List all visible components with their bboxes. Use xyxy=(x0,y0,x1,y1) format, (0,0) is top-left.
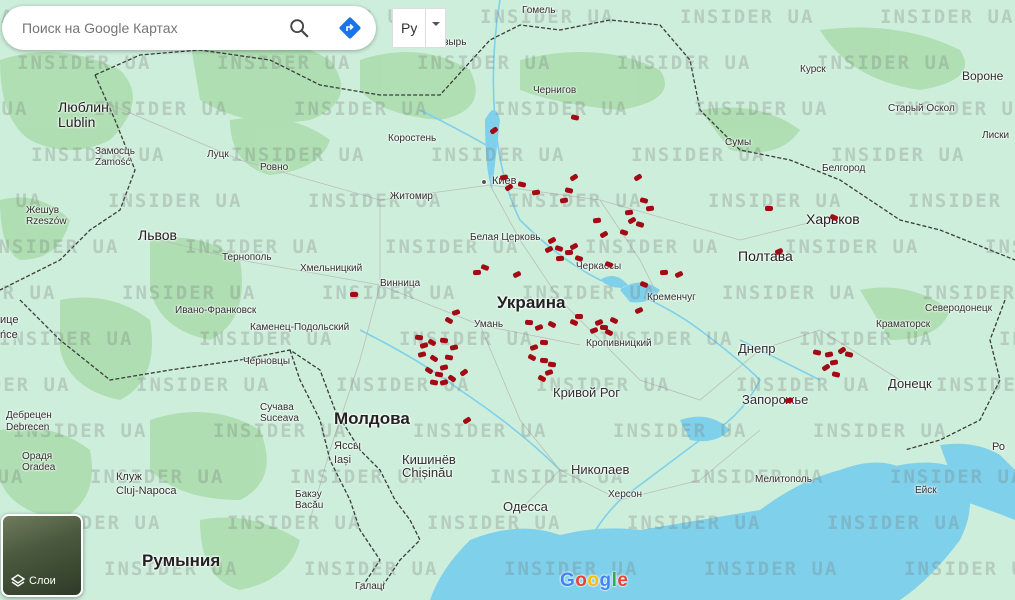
city-khmelnytskyi: Хмельницкий xyxy=(300,263,363,274)
city-belgorod: Белгород xyxy=(822,163,866,174)
city-ivano-frankivsk: Ивано-Франковск xyxy=(175,305,257,316)
city-vinnytsia: Винница xyxy=(380,278,421,289)
marker[interactable] xyxy=(574,313,584,320)
city-chernihiv: Чернигов xyxy=(533,85,577,96)
city-zaporizhzhia: Запорожье xyxy=(742,392,809,407)
city-galati: Галаці xyxy=(355,581,385,592)
city-bacau-ru: Бакэу xyxy=(295,489,322,500)
city-bacau: Bacău xyxy=(295,500,324,511)
city-left-ru: ице xyxy=(0,314,19,326)
marker[interactable] xyxy=(659,269,669,276)
city-cherkasy: Черкассы xyxy=(576,261,622,272)
city-iasi-ru: Яссы xyxy=(334,440,361,452)
city-stary-oskol: Старый Оскол xyxy=(888,103,955,114)
city-kramatorsk: Краматорск xyxy=(876,319,931,330)
layers-button[interactable]: Слои xyxy=(1,514,83,597)
city-kryvyi-rih: Кривой Рог xyxy=(553,385,620,400)
marker[interactable] xyxy=(539,357,549,364)
search-icon[interactable] xyxy=(288,17,310,39)
city-lublin: Lublin xyxy=(58,114,96,130)
city-eisk: Ейск xyxy=(915,485,937,496)
city-liski: Лиски xyxy=(982,130,1010,141)
city-zamosc: Zamość xyxy=(95,157,131,168)
city-sumy: Сумы xyxy=(725,137,752,148)
city-left: ńce xyxy=(0,329,18,341)
city-lviv: Львов xyxy=(138,227,177,243)
city-iasi: Iași xyxy=(334,454,352,466)
city-mykolaiv: Николаев xyxy=(571,462,630,477)
city-cluj: Cluj-Napoca xyxy=(116,485,177,497)
city-rzeszow: Rzeszów xyxy=(26,216,67,227)
city-poltava: Полтава xyxy=(738,248,793,264)
city-korosten: Коростень xyxy=(388,133,437,144)
city-suceava-ru: Сучава xyxy=(260,402,294,413)
city-dnipro: Днепр xyxy=(738,341,776,356)
marker[interactable] xyxy=(414,334,424,341)
city-kherson: Херсон xyxy=(608,489,642,500)
kyiv-dot xyxy=(481,179,487,185)
marker[interactable] xyxy=(524,319,534,326)
marker[interactable] xyxy=(547,361,557,368)
city-lublin-ru: Люблин xyxy=(58,99,109,115)
marker[interactable] xyxy=(472,269,482,276)
marker[interactable] xyxy=(350,292,358,297)
city-suceava: Suceava xyxy=(260,413,299,424)
directions-icon[interactable] xyxy=(338,16,362,40)
search-box[interactable] xyxy=(2,6,376,50)
city-debrecen-ru: Дебрецен xyxy=(6,410,52,421)
city-rivne: Ровно xyxy=(260,162,289,173)
city-chernivtsi: Черновцы xyxy=(243,356,291,367)
search-input[interactable] xyxy=(20,19,274,37)
city-oradea-ru: Орадя xyxy=(22,451,53,462)
country-moldova: Молдова xyxy=(334,409,410,428)
language-separator xyxy=(425,9,426,47)
city-odesa: Одесса xyxy=(503,499,548,514)
marker[interactable] xyxy=(439,337,449,344)
city-kropyvnytskyi: Кропивницкий xyxy=(586,338,652,349)
country-romania: Румыния xyxy=(142,551,221,570)
marker[interactable] xyxy=(564,249,574,256)
marker[interactable] xyxy=(555,255,565,262)
marker[interactable] xyxy=(444,354,454,361)
layers-icon xyxy=(10,574,26,587)
city-ternopil: Тернополь xyxy=(222,252,272,263)
city-zamosc-ru: Замосць xyxy=(95,146,135,157)
language-select[interactable]: Ру xyxy=(392,8,446,48)
city-zhytomyr: Житомир xyxy=(390,191,433,202)
city-donetsk: Донецк xyxy=(888,376,932,391)
city-kursk: Курск xyxy=(800,64,826,75)
marker[interactable] xyxy=(539,339,549,346)
city-oradea: Oradea xyxy=(22,462,56,473)
city-rzeszow-ru: Жешув xyxy=(26,205,60,216)
city-cluj-ru: Клуж xyxy=(116,471,142,483)
google-logo: Google xyxy=(560,570,629,591)
city-bila-tserkva: Белая Церковь xyxy=(470,232,541,243)
city-kamianets: Каменец-Подольский xyxy=(250,322,350,333)
marker[interactable] xyxy=(764,205,774,212)
city-kremenchuk: Кременчуг xyxy=(647,292,696,303)
city-uman: Умань xyxy=(474,319,504,330)
city-severodonetsk: Северодонецк xyxy=(925,303,993,314)
city-lutsk: Луцк xyxy=(207,149,229,160)
layers-label: Слои xyxy=(29,575,56,587)
country-ukraine: Украина xyxy=(497,293,566,312)
marker[interactable] xyxy=(624,209,634,216)
city-melitopol: Мелитополь xyxy=(755,474,812,485)
city-gomel: Гомель xyxy=(522,5,556,16)
language-label: Ру xyxy=(401,20,418,36)
chevron-down-icon xyxy=(432,22,440,26)
city-voronezh: Вороне xyxy=(962,69,1004,83)
city-chisinau: Chișinău xyxy=(402,465,453,480)
city-debrecen: Debrecen xyxy=(6,422,50,433)
city-rostov: Ро xyxy=(992,441,1005,453)
